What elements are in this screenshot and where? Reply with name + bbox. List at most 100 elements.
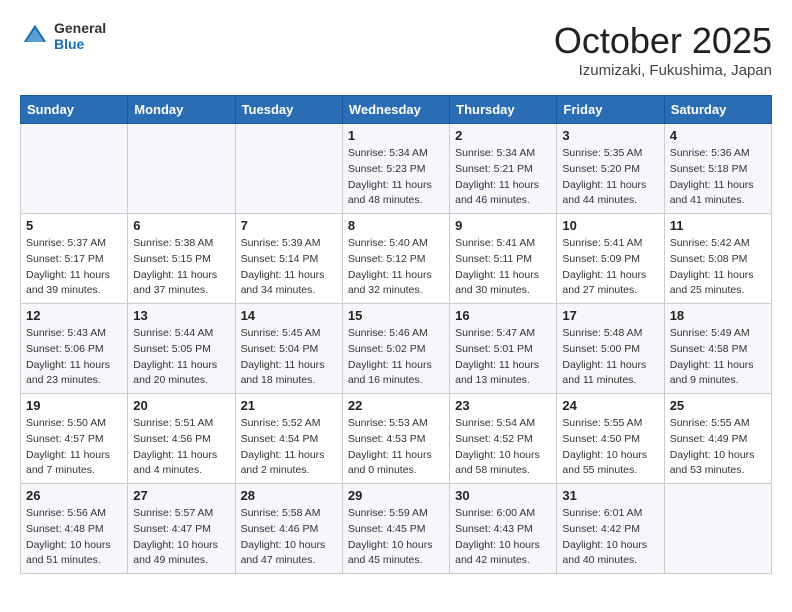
day-info: Sunrise: 5:38 AM Sunset: 5:15 PM Dayligh…	[133, 236, 229, 299]
day-number: 4	[670, 128, 766, 143]
calendar-cell: 4 Sunrise: 5:36 AM Sunset: 5:18 PM Daylig…	[664, 124, 771, 214]
calendar-cell	[128, 124, 235, 214]
day-number: 29	[348, 488, 444, 503]
calendar-cell: 6 Sunrise: 5:38 AM Sunset: 5:15 PM Daylig…	[128, 214, 235, 304]
day-number: 19	[26, 398, 122, 413]
calendar-table: Sunday Monday Tuesday Wednesday Thursday…	[20, 95, 772, 574]
day-number: 24	[562, 398, 658, 413]
calendar-week-4: 19Sunrise: 5:50 AM Sunset: 4:57 PM Dayli…	[21, 394, 772, 484]
day-info: Sunrise: 5:54 AM Sunset: 4:52 PM Dayligh…	[455, 416, 551, 479]
calendar-week-2: 5 Sunrise: 5:37 AM Sunset: 5:17 PM Daylig…	[21, 214, 772, 304]
day-info: Sunrise: 5:46 AM Sunset: 5:02 PM Dayligh…	[348, 326, 444, 389]
calendar-cell: 9 Sunrise: 5:41 AM Sunset: 5:11 PM Daylig…	[450, 214, 557, 304]
day-number: 20	[133, 398, 229, 413]
calendar-cell: 25Sunrise: 5:55 AM Sunset: 4:49 PM Dayli…	[664, 394, 771, 484]
calendar-cell: 7Sunrise: 5:39 AM Sunset: 5:14 PM Daylig…	[235, 214, 342, 304]
calendar-cell: 27Sunrise: 5:57 AM Sunset: 4:47 PM Dayli…	[128, 484, 235, 574]
header-sunday: Sunday	[21, 96, 128, 124]
calendar-cell: 26Sunrise: 5:56 AM Sunset: 4:48 PM Dayli…	[21, 484, 128, 574]
day-number: 22	[348, 398, 444, 413]
calendar-cell: 2Sunrise: 5:34 AM Sunset: 5:21 PM Daylig…	[450, 124, 557, 214]
day-number: 13	[133, 308, 229, 323]
day-number: 26	[26, 488, 122, 503]
calendar-body: 1Sunrise: 5:34 AM Sunset: 5:23 PM Daylig…	[21, 124, 772, 574]
calendar-header: Sunday Monday Tuesday Wednesday Thursday…	[21, 96, 772, 124]
day-info: Sunrise: 5:47 AM Sunset: 5:01 PM Dayligh…	[455, 326, 551, 389]
calendar-week-5: 26Sunrise: 5:56 AM Sunset: 4:48 PM Dayli…	[21, 484, 772, 574]
calendar-cell	[664, 484, 771, 574]
day-info: Sunrise: 6:00 AM Sunset: 4:43 PM Dayligh…	[455, 506, 551, 569]
day-info: Sunrise: 5:51 AM Sunset: 4:56 PM Dayligh…	[133, 416, 229, 479]
day-number: 10	[562, 218, 658, 233]
day-info: Sunrise: 5:34 AM Sunset: 5:21 PM Dayligh…	[455, 146, 551, 209]
calendar-cell: 13Sunrise: 5:44 AM Sunset: 5:05 PM Dayli…	[128, 304, 235, 394]
calendar-cell: 10Sunrise: 5:41 AM Sunset: 5:09 PM Dayli…	[557, 214, 664, 304]
calendar-cell	[235, 124, 342, 214]
header-thursday: Thursday	[450, 96, 557, 124]
day-info: Sunrise: 6:01 AM Sunset: 4:42 PM Dayligh…	[562, 506, 658, 569]
calendar-cell: 8 Sunrise: 5:40 AM Sunset: 5:12 PM Daylig…	[342, 214, 449, 304]
day-info: Sunrise: 5:53 AM Sunset: 4:53 PM Dayligh…	[348, 416, 444, 479]
logo: General Blue	[20, 20, 106, 52]
day-info: Sunrise: 5:48 AM Sunset: 5:00 PM Dayligh…	[562, 326, 658, 389]
calendar-cell: 17 Sunrise: 5:48 AM Sunset: 5:00 PM Dayli…	[557, 304, 664, 394]
logo-blue: Blue	[54, 36, 106, 52]
calendar-cell: 19Sunrise: 5:50 AM Sunset: 4:57 PM Dayli…	[21, 394, 128, 484]
day-number: 17	[562, 308, 658, 323]
day-number: 18	[670, 308, 766, 323]
day-number: 9	[455, 218, 551, 233]
day-info: Sunrise: 5:55 AM Sunset: 4:50 PM Dayligh…	[562, 416, 658, 479]
day-info: Sunrise: 5:36 AM Sunset: 5:18 PM Dayligh…	[670, 146, 766, 209]
logo-general: General	[54, 20, 106, 36]
day-info: Sunrise: 5:41 AM Sunset: 5:11 PM Dayligh…	[455, 236, 551, 299]
location: Izumizaki, Fukushima, Japan	[554, 62, 772, 79]
header-row: Sunday Monday Tuesday Wednesday Thursday…	[21, 96, 772, 124]
logo-icon	[20, 21, 50, 51]
calendar-cell: 28Sunrise: 5:58 AM Sunset: 4:46 PM Dayli…	[235, 484, 342, 574]
day-info: Sunrise: 5:57 AM Sunset: 4:47 PM Dayligh…	[133, 506, 229, 569]
calendar-cell: 12 Sunrise: 5:43 AM Sunset: 5:06 PM Dayli…	[21, 304, 128, 394]
day-number: 11	[670, 218, 766, 233]
calendar-cell: 11 Sunrise: 5:42 AM Sunset: 5:08 PM Dayli…	[664, 214, 771, 304]
day-number: 5	[26, 218, 122, 233]
day-info: Sunrise: 5:39 AM Sunset: 5:14 PM Dayligh…	[241, 236, 337, 299]
calendar-cell: 29 Sunrise: 5:59 AM Sunset: 4:45 PM Dayli…	[342, 484, 449, 574]
calendar-cell: 18 Sunrise: 5:49 AM Sunset: 4:58 PM Dayli…	[664, 304, 771, 394]
day-number: 6	[133, 218, 229, 233]
day-info: Sunrise: 5:35 AM Sunset: 5:20 PM Dayligh…	[562, 146, 658, 209]
day-number: 16	[455, 308, 551, 323]
day-info: Sunrise: 5:59 AM Sunset: 4:45 PM Dayligh…	[348, 506, 444, 569]
calendar-week-1: 1Sunrise: 5:34 AM Sunset: 5:23 PM Daylig…	[21, 124, 772, 214]
day-number: 3	[562, 128, 658, 143]
day-info: Sunrise: 5:40 AM Sunset: 5:12 PM Dayligh…	[348, 236, 444, 299]
day-number: 23	[455, 398, 551, 413]
day-number: 15	[348, 308, 444, 323]
calendar-cell: 31 Sunrise: 6:01 AM Sunset: 4:42 PM Dayli…	[557, 484, 664, 574]
day-info: Sunrise: 5:37 AM Sunset: 5:17 PM Dayligh…	[26, 236, 122, 299]
calendar-cell: 16 Sunrise: 5:47 AM Sunset: 5:01 PM Dayli…	[450, 304, 557, 394]
calendar-cell: 30 Sunrise: 6:00 AM Sunset: 4:43 PM Dayli…	[450, 484, 557, 574]
day-info: Sunrise: 5:42 AM Sunset: 5:08 PM Dayligh…	[670, 236, 766, 299]
day-info: Sunrise: 5:52 AM Sunset: 4:54 PM Dayligh…	[241, 416, 337, 479]
day-number: 8	[348, 218, 444, 233]
day-number: 25	[670, 398, 766, 413]
day-info: Sunrise: 5:49 AM Sunset: 4:58 PM Dayligh…	[670, 326, 766, 389]
day-number: 12	[26, 308, 122, 323]
calendar-cell: 20 Sunrise: 5:51 AM Sunset: 4:56 PM Dayli…	[128, 394, 235, 484]
header-monday: Monday	[128, 96, 235, 124]
day-info: Sunrise: 5:58 AM Sunset: 4:46 PM Dayligh…	[241, 506, 337, 569]
header-friday: Friday	[557, 96, 664, 124]
day-info: Sunrise: 5:34 AM Sunset: 5:23 PM Dayligh…	[348, 146, 444, 209]
day-number: 31	[562, 488, 658, 503]
day-number: 30	[455, 488, 551, 503]
calendar-week-3: 12 Sunrise: 5:43 AM Sunset: 5:06 PM Dayli…	[21, 304, 772, 394]
page-header: General Blue October 2025 Izumizaki, Fuk…	[20, 20, 772, 79]
header-wednesday: Wednesday	[342, 96, 449, 124]
calendar-cell: 24 Sunrise: 5:55 AM Sunset: 4:50 PM Dayli…	[557, 394, 664, 484]
calendar-cell: 22 Sunrise: 5:53 AM Sunset: 4:53 PM Dayli…	[342, 394, 449, 484]
day-info: Sunrise: 5:43 AM Sunset: 5:06 PM Dayligh…	[26, 326, 122, 389]
day-number: 14	[241, 308, 337, 323]
calendar-cell: 23 Sunrise: 5:54 AM Sunset: 4:52 PM Dayli…	[450, 394, 557, 484]
calendar-cell: 1Sunrise: 5:34 AM Sunset: 5:23 PM Daylig…	[342, 124, 449, 214]
calendar-cell: 3 Sunrise: 5:35 AM Sunset: 5:20 PM Daylig…	[557, 124, 664, 214]
